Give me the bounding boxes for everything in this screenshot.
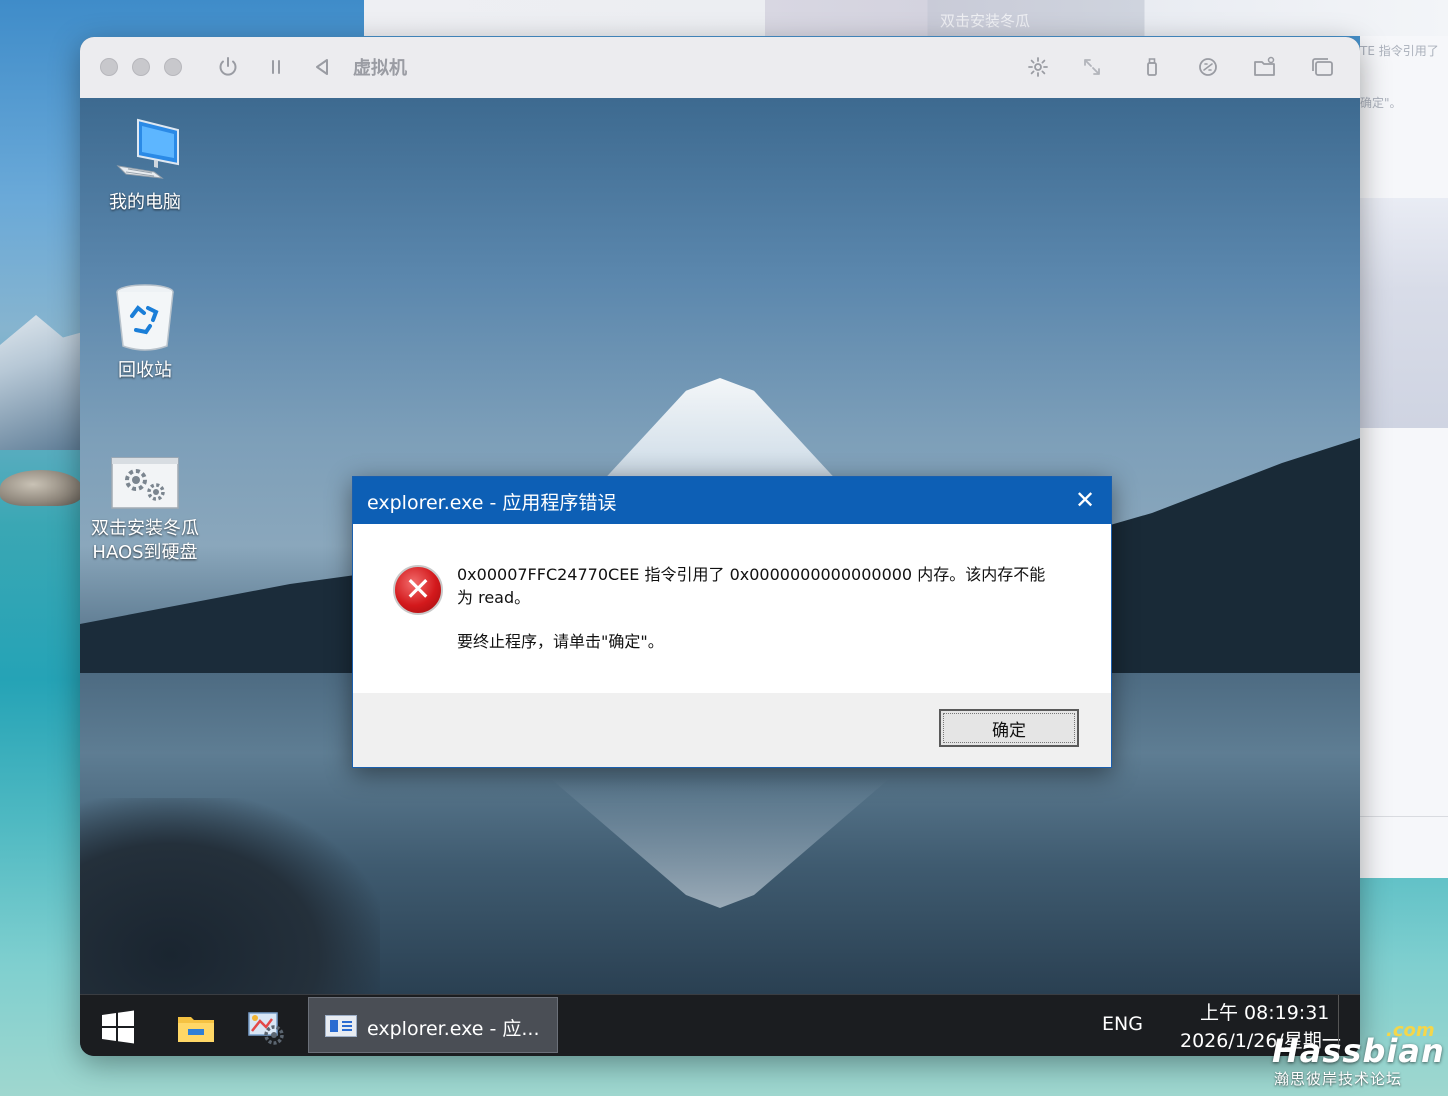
network-icon[interactable] [1194,53,1222,81]
vm-title: 虚拟机 [353,58,407,79]
brightness-icon[interactable] [1024,53,1052,81]
desktop-icon-label-2: HAOS到硬盘 [92,542,198,563]
watermark-subtitle: 瀚思彼岸技术论坛 [1274,1070,1403,1088]
pause-icon[interactable] [262,53,290,81]
bg-rock [0,470,82,506]
bg-right-ghost-text: TE 指令引用了 [1360,44,1439,58]
desktop-icon-label: 回收站 [118,360,172,381]
bg-window-ghost-title: 双击安装冬瓜 [940,12,1031,30]
vm-titlebar[interactable]: 虚拟机 [80,37,1360,99]
background-window-right[interactable]: TE 指令引用了 确定"。 [1360,36,1448,878]
desktop-icon-label: 我的电脑 [109,192,181,213]
error-dialog: explorer.exe - 应用程序错误 ✕ ✕ 0x00007FFC2477… [352,476,1112,768]
bg-mountain [0,315,90,450]
desktop-icon-install-haos[interactable]: 双击安装冬瓜 HAOS到硬盘 [80,456,210,565]
taskbar-app-explorer[interactable]: explorer.exe - 应... [308,997,558,1053]
file-explorer-icon[interactable] [176,1007,216,1047]
error-message-instruction: 要终止程序，请单击"确定"。 [457,632,664,651]
minimize-window-button[interactable] [132,58,150,76]
vm-window: 虚拟机 我的电脑 回收站 双击安装冬瓜 HAOS到硬盘 explorer.exe… [80,37,1360,1056]
taskbar-app-label: explorer.exe - 应... [367,1018,540,1040]
ok-button[interactable]: 确定 [939,709,1079,747]
watermark-brand: Hassbian [1272,1032,1445,1070]
window-app-icon [325,1015,357,1037]
computer-icon [116,118,179,179]
control-panel-icon[interactable] [246,1007,286,1047]
desktop-icon-my-computer[interactable]: 我的电脑 [80,116,210,215]
dialog-footer: 确定 [353,693,1111,767]
bg-right-image [1360,198,1448,428]
close-window-button[interactable] [100,58,118,76]
bg-right-divider [1360,816,1448,817]
recycle-bin-icon [116,284,174,351]
watermark-logo: .com Hassbian 瀚思彼岸技术论坛 [1272,1020,1448,1096]
dialog-title: explorer.exe - 应用程序错误 [367,492,617,514]
back-icon[interactable] [308,53,336,81]
guest-desktop[interactable]: 我的电脑 回收站 双击安装冬瓜 HAOS到硬盘 explorer.exe - 应… [80,98,1360,994]
desktop-icon-recycle-bin[interactable]: 回收站 [80,282,210,383]
taskbar: explorer.exe - 应... ENG 上午 08:19:31 2026… [80,994,1360,1056]
power-icon[interactable] [214,53,242,81]
desktop-icon-label: 双击安装冬瓜 [91,518,199,539]
wallpaper-trees [80,798,380,994]
zoom-window-button[interactable] [164,58,182,76]
resize-icon[interactable] [1078,53,1106,81]
shared-folder-icon[interactable] [1251,53,1279,81]
bg-right-ghost-text-2: 确定"。 [1360,96,1402,110]
error-icon: ✕ [393,565,443,615]
background-window-top[interactable]: 双击安装冬瓜 [364,0,1448,36]
error-message-line-1: 0x00007FFC24770CEE 指令引用了 0x0000000000000… [457,565,1046,584]
windows-start-icon[interactable] [98,1007,138,1047]
dialog-titlebar[interactable]: explorer.exe - 应用程序错误 ✕ [353,477,1111,524]
error-message-line-2: 为 read。 [457,588,531,607]
close-icon[interactable]: ✕ [1071,486,1099,514]
usb-icon[interactable] [1138,53,1166,81]
window-icon[interactable] [1308,53,1336,81]
language-indicator[interactable]: ENG [1102,1013,1143,1035]
settings-gear-icon [111,457,179,509]
